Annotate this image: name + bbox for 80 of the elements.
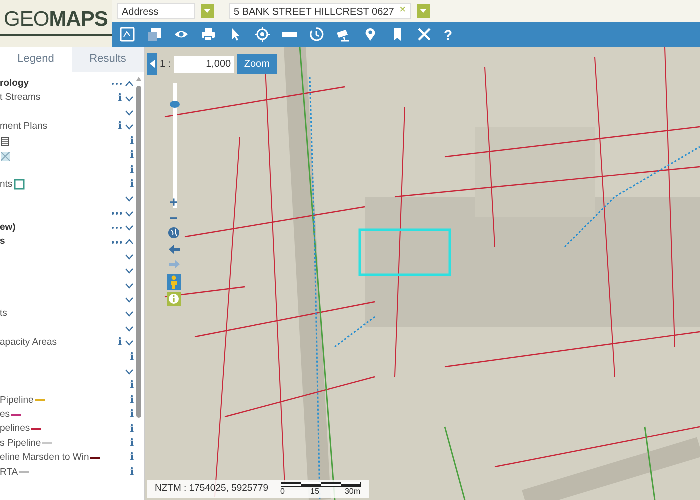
legend-label: rology bbox=[0, 77, 30, 92]
more-options-icon[interactable] bbox=[112, 212, 122, 215]
collapse-panel-button[interactable] bbox=[147, 53, 157, 75]
chevron-icon[interactable] bbox=[125, 124, 134, 130]
caret-icon bbox=[150, 60, 154, 68]
printer-icon[interactable] bbox=[201, 27, 216, 42]
chevron-icon[interactable] bbox=[125, 311, 134, 318]
chevron-icon[interactable] bbox=[125, 326, 134, 332]
scale-label: 30m bbox=[344, 488, 361, 496]
person-icon[interactable] bbox=[167, 274, 181, 290]
chevron-icon[interactable] bbox=[125, 297, 134, 304]
legend-label: es bbox=[0, 408, 10, 422]
chevron-icon[interactable] bbox=[125, 369, 134, 375]
info-button[interactable]: i bbox=[130, 166, 134, 176]
caret-icon bbox=[420, 8, 427, 14]
help-button[interactable]: ? bbox=[444, 28, 453, 42]
search-type-select[interactable]: Address bbox=[117, 3, 195, 19]
dropdown-button[interactable] bbox=[417, 4, 430, 18]
chevron-icon[interactable] bbox=[125, 96, 134, 102]
info-button[interactable]: i bbox=[118, 338, 122, 348]
more-options-icon[interactable] bbox=[112, 226, 122, 230]
chevron-icon[interactable] bbox=[125, 282, 134, 289]
scale-label: 0 bbox=[280, 488, 285, 496]
chevron-icon[interactable] bbox=[125, 254, 134, 260]
target-icon[interactable] bbox=[255, 27, 270, 42]
chevron-icon[interactable] bbox=[125, 210, 134, 217]
legend-label: ment Plans bbox=[0, 120, 48, 134]
scale-input[interactable]: 1,000 bbox=[174, 56, 234, 72]
info-button[interactable]: i bbox=[130, 396, 134, 406]
scale-label: 15 bbox=[310, 488, 320, 496]
more-options-icon[interactable] bbox=[112, 241, 122, 244]
info-button[interactable]: i bbox=[130, 468, 134, 478]
location-pin-icon[interactable] bbox=[363, 27, 378, 42]
zoom-in-button[interactable]: + bbox=[170, 195, 178, 209]
chevron-icon[interactable] bbox=[125, 196, 134, 202]
info-button[interactable]: i bbox=[130, 438, 134, 449]
caret-icon bbox=[204, 8, 211, 14]
chevron-icon[interactable] bbox=[125, 81, 134, 88]
chevron-icon[interactable] bbox=[125, 110, 134, 116]
legend-label: ts bbox=[0, 307, 8, 322]
legend-label: s bbox=[0, 235, 6, 250]
info-button[interactable]: i bbox=[118, 94, 122, 104]
info-button[interactable]: i bbox=[130, 151, 134, 162]
info-button[interactable]: i bbox=[130, 410, 134, 420]
dropdown-button[interactable] bbox=[201, 4, 214, 18]
info-button[interactable]: i bbox=[130, 424, 134, 435]
chevron-icon[interactable] bbox=[125, 225, 134, 232]
zoom-slider[interactable] bbox=[170, 83, 180, 208]
info-button[interactable]: i bbox=[130, 381, 134, 392]
address-search-field[interactable]: 5 BANK STREET HILLCREST 0627 × bbox=[229, 3, 411, 19]
legend-label: Pipeline bbox=[0, 394, 34, 408]
chevron-icon[interactable] bbox=[125, 340, 134, 346]
scale-prefix: 1 : bbox=[160, 58, 172, 72]
coordinates: NZTM : 1754025, 5925779 bbox=[155, 482, 269, 496]
zoom-out-button[interactable]: − bbox=[170, 211, 178, 225]
info-button[interactable]: i bbox=[130, 136, 134, 147]
info-button[interactable]: i bbox=[118, 122, 122, 132]
legend-label: pelines bbox=[0, 422, 30, 436]
camera-icon[interactable] bbox=[336, 27, 351, 42]
back-arrow-icon[interactable] bbox=[168, 245, 180, 254]
copy-icon[interactable] bbox=[147, 27, 162, 42]
legend-label: ew) bbox=[0, 220, 16, 235]
info-button[interactable]: i bbox=[130, 453, 134, 464]
chevron-icon[interactable] bbox=[125, 239, 134, 246]
legend-label: t Streams bbox=[0, 91, 41, 106]
clock-icon[interactable] bbox=[309, 27, 324, 42]
more-options-icon[interactable] bbox=[112, 82, 122, 86]
legend-label: apacity Areas bbox=[0, 336, 58, 350]
legend-label: s Pipeline bbox=[0, 436, 42, 451]
info-button[interactable]: i bbox=[130, 180, 134, 190]
crosshatch-swatch-icon bbox=[1, 152, 10, 161]
panel-tab[interactable]: Results bbox=[72, 47, 144, 72]
square-swatch-icon bbox=[14, 179, 25, 190]
legend-label: RTA bbox=[0, 466, 18, 480]
legend-label: eline Marsden to Win bbox=[0, 451, 90, 466]
legend-label: nts bbox=[0, 178, 13, 192]
info-icon[interactable] bbox=[167, 292, 181, 306]
info-button[interactable]: i bbox=[130, 352, 134, 363]
zoom-button[interactable]: Zoom bbox=[237, 54, 278, 74]
chevron-icon[interactable] bbox=[125, 268, 134, 274]
